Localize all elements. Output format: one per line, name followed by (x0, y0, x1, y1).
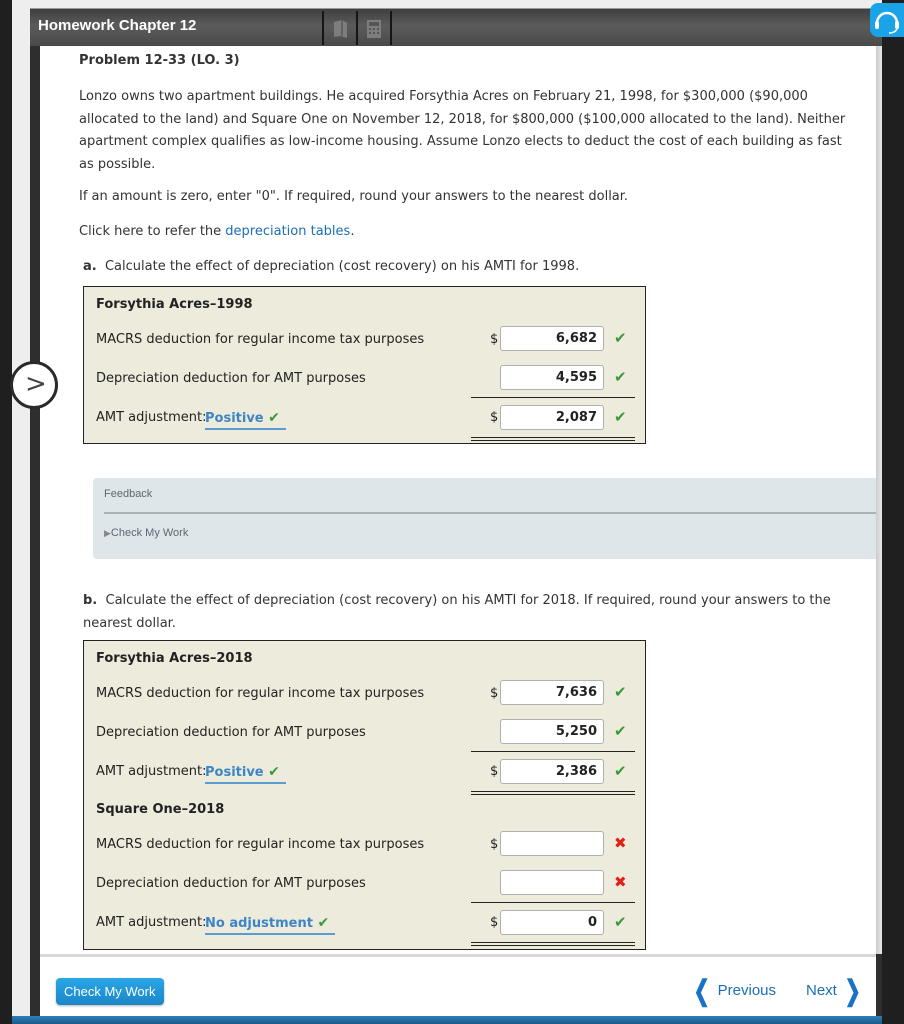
row-label: MACRS deduction for regular income tax p… (96, 332, 425, 347)
currency-symbol: $ (490, 410, 499, 425)
part-b-text: Calculate the effect of depreciation (co… (83, 593, 831, 631)
currency-symbol: $ (490, 764, 499, 779)
check-icon: ✔ (614, 683, 627, 701)
subtotal-rule (471, 751, 635, 752)
side-rail (30, 46, 40, 1016)
headset-icon (875, 11, 899, 34)
amt-depreciation-square-one-2018-input[interactable] (500, 870, 604, 895)
bottom-bar (12, 1016, 882, 1024)
select-value: Positive (205, 411, 264, 426)
chevron-right-icon: > (25, 369, 47, 399)
instructions: If an amount is zero, enter "0". If requ… (79, 189, 629, 204)
currency-symbol: $ (490, 332, 499, 347)
total-double-rule (471, 437, 635, 441)
macrs-forsythia-2018-input[interactable]: 7,636 (500, 680, 604, 705)
expand-panel-button[interactable]: > (10, 361, 58, 409)
check-icon: ✔ (614, 722, 627, 740)
section-heading: Forsythia Acres–1998 (96, 297, 253, 312)
help-button[interactable] (870, 3, 904, 37)
next-button[interactable]: Next ❯ (806, 974, 864, 1007)
amt-adjustment-1998-select[interactable]: Positive ✔ (205, 410, 286, 430)
check-icon: ✔ (268, 410, 280, 426)
amt-adjustment-forsythia-2018-select[interactable]: Positive ✔ (205, 764, 286, 784)
reference-prefix: Click here to refer the (79, 224, 226, 239)
amt-adjustment-square-one-2018-select[interactable]: No adjustment ✔ (205, 915, 336, 935)
next-label: Next (806, 982, 837, 999)
check-my-work-toggle[interactable]: ▶Check My Work (104, 527, 188, 539)
amt-depreciation-forsythia-2018-input[interactable]: 5,250 (500, 719, 604, 744)
row-label: MACRS deduction for regular income tax p… (96, 837, 425, 852)
toggle-label: Check My Work (110, 527, 189, 539)
row-label: Depreciation deduction for AMT purposes (96, 876, 366, 891)
amt-adjustment-forsythia-2018-input[interactable]: 2,386 (500, 759, 604, 784)
row-label: MACRS deduction for regular income tax p… (96, 686, 425, 701)
amt-depreciation-1998-input[interactable]: 4,595 (500, 365, 604, 390)
chevron-left-icon: ❮ (693, 975, 710, 1006)
row-label: AMT adjustment: (96, 410, 207, 425)
problem-title: Problem 12-33 (LO. 3) (79, 53, 240, 68)
subtotal-rule (471, 397, 635, 398)
feedback-title: Feedback (104, 488, 153, 500)
reference-suffix: . (350, 224, 355, 239)
reference-line: Click here to refer the depreciation tab… (79, 224, 354, 239)
problem-content: Problem 12-33 (LO. 3) Lonzo owns two apa… (40, 46, 876, 954)
currency-symbol: $ (490, 915, 499, 930)
section-heading: Forsythia Acres–2018 (96, 651, 253, 666)
row-label: Depreciation deduction for AMT purposes (96, 371, 366, 386)
forsythia-1998-table: Forsythia Acres–1998 MACRS deduction for… (83, 286, 646, 444)
macrs-square-one-2018-input[interactable] (500, 831, 604, 856)
problem-description: Lonzo owns two apartment buildings. He a… (79, 89, 846, 173)
triangle-right-icon: ▶ (104, 528, 111, 538)
content-scroll-shadow (876, 46, 882, 954)
total-double-rule (471, 791, 635, 795)
part-a-label: a. (83, 259, 97, 274)
part-a-text: Calculate the effect of depreciation (co… (104, 259, 580, 274)
currency-symbol: $ (490, 686, 499, 701)
calculator-icon[interactable] (366, 19, 384, 39)
window-title: Homework Chapter 12 (38, 17, 197, 34)
x-icon: ✖ (614, 873, 627, 891)
check-icon: ✔ (614, 913, 627, 931)
footer-bar: Check My Work ❮ Previous Next ❯ (40, 954, 876, 1016)
section-heading: Square One–2018 (96, 802, 225, 817)
check-my-work-button[interactable]: Check My Work (56, 978, 164, 1005)
part-b-question: b. Calculate the effect of depreciation … (83, 590, 863, 635)
check-icon: ✔ (614, 762, 627, 780)
row-label: AMT adjustment: (96, 915, 207, 930)
row-label: AMT adjustment: (96, 764, 207, 779)
part-b-label: b. (83, 593, 98, 608)
part-b-table: Forsythia Acres–2018 MACRS deduction for… (83, 640, 646, 950)
check-icon: ✔ (614, 408, 627, 426)
toolbar-divider (322, 11, 324, 45)
amt-adjustment-square-one-2018-input[interactable]: 0 (500, 910, 604, 935)
title-bar: Homework Chapter 12 (30, 8, 882, 46)
check-icon: ✔ (268, 764, 280, 780)
left-rail (0, 0, 12, 1024)
book-icon[interactable] (332, 19, 350, 39)
feedback-divider (104, 512, 876, 514)
depreciation-tables-link[interactable]: depreciation tables (225, 224, 350, 239)
part-a-question: a. Calculate the effect of depreciation … (83, 259, 579, 274)
subtotal-rule (471, 902, 635, 903)
amt-adjustment-1998-input[interactable]: 2,087 (500, 405, 604, 430)
x-icon: ✖ (614, 834, 627, 852)
previous-label: Previous (717, 982, 776, 999)
select-value: No adjustment (205, 916, 313, 931)
chevron-right-icon: ❯ (844, 975, 861, 1006)
previous-button[interactable]: ❮ Previous (690, 974, 776, 1007)
toolbar-divider (356, 11, 358, 45)
macrs-1998-input[interactable]: 6,682 (500, 326, 604, 351)
check-icon: ✔ (614, 329, 627, 347)
select-value: Positive (205, 765, 264, 780)
feedback-panel: Feedback ▶Check My Work (93, 478, 876, 559)
toolbar-divider (390, 11, 392, 45)
check-icon: ✔ (317, 915, 330, 931)
right-rail (882, 0, 904, 1024)
total-double-rule (471, 942, 635, 946)
currency-symbol: $ (490, 837, 499, 852)
check-icon: ✔ (614, 368, 627, 386)
row-label: Depreciation deduction for AMT purposes (96, 725, 366, 740)
